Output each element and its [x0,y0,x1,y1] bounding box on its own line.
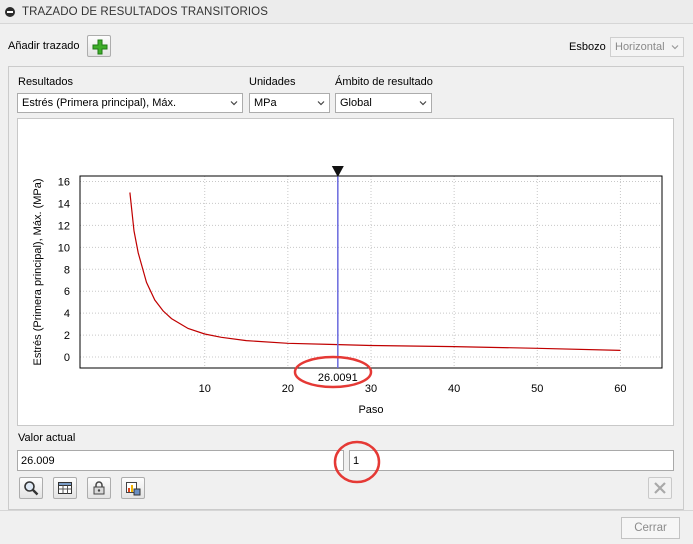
units-label: Unidades [249,76,296,88]
delete-trace-button[interactable] [648,477,672,499]
y-tick-label: 6 [64,286,70,298]
x-axis-label: Paso [358,404,383,416]
close-icon [654,482,666,494]
add-trace-label: Añadir trazado [8,40,80,52]
scope-label: Ámbito de resultado [335,76,433,88]
y-axis-label: Estrés (Primera principal), Máx. (MPa) [32,178,44,365]
scope-select[interactable]: Global [335,93,432,113]
y-tick-label: 0 [64,352,70,364]
zoom-button[interactable] [19,477,43,499]
export-button[interactable] [121,477,145,499]
y-tick-label: 12 [58,220,70,232]
sketch-label: Esbozo [569,41,606,53]
units-select[interactable]: MPa [249,93,330,113]
scope-value: Global [340,97,372,109]
panel-title: TRAZADO DE RESULTADOS TRANSITORIOS [22,6,269,18]
y-tick-label: 4 [64,308,70,320]
chevron-down-icon [419,101,427,106]
transient-chart[interactable]: 10 20 30 40 50 60 0 2 4 6 8 10 12 14 16 Paso Estrés (Pri… [18,119,675,427]
chevron-down-icon [230,101,238,106]
results-value: Estrés (Primera principal), Máx. [22,97,177,109]
results-select[interactable]: Estrés (Primera principal), Máx. [17,93,243,113]
results-label: Resultados [18,76,74,88]
plus-icon [92,39,108,55]
sketch-select[interactable]: Horizontal [610,37,684,57]
x-tick-label: 40 [448,383,460,395]
current-value-text: 26.009 [21,455,55,467]
divider [0,510,693,511]
sketch-value: Horizontal [615,41,665,53]
chart-area[interactable]: 10 20 30 40 50 60 0 2 4 6 8 10 12 14 16 Paso Estrés (Pri… [17,118,674,426]
y-tick-label: 2 [64,330,70,342]
series-line [129,192,621,351]
step-marker-handle [331,166,344,177]
step-field[interactable]: 1 [349,450,674,471]
lock-button[interactable] [87,477,111,499]
export-chart-icon [126,482,141,496]
add-trace-button[interactable] [87,35,111,57]
y-tick-label: 8 [64,264,70,276]
y-tick-label: 14 [58,198,70,210]
x-tick-label: 50 [531,383,543,395]
x-tick-label: 20 [282,383,294,395]
y-tick-label: 16 [58,176,70,188]
chevron-down-icon [317,101,325,106]
step-value-text: 1 [353,455,360,467]
current-value-label: Valor actual [18,432,76,444]
x-tick-label: 10 [199,383,211,395]
step-marker-label: 26.0091 [318,372,358,384]
y-tick-label: 10 [58,242,70,254]
chevron-down-icon [671,45,679,50]
close-button[interactable]: Cerrar [621,517,680,539]
lock-icon [93,481,105,495]
x-tick-label: 30 [365,383,377,395]
table-icon [58,482,72,494]
panel-header[interactable]: TRAZADO DE RESULTADOS TRANSITORIOS [0,0,693,24]
x-tick-label: 60 [614,383,626,395]
units-value: MPa [254,97,277,109]
table-button[interactable] [53,477,77,499]
current-value-field[interactable]: 26.009 [17,450,344,471]
magnifier-icon [24,481,39,496]
collapse-icon[interactable] [5,7,15,17]
